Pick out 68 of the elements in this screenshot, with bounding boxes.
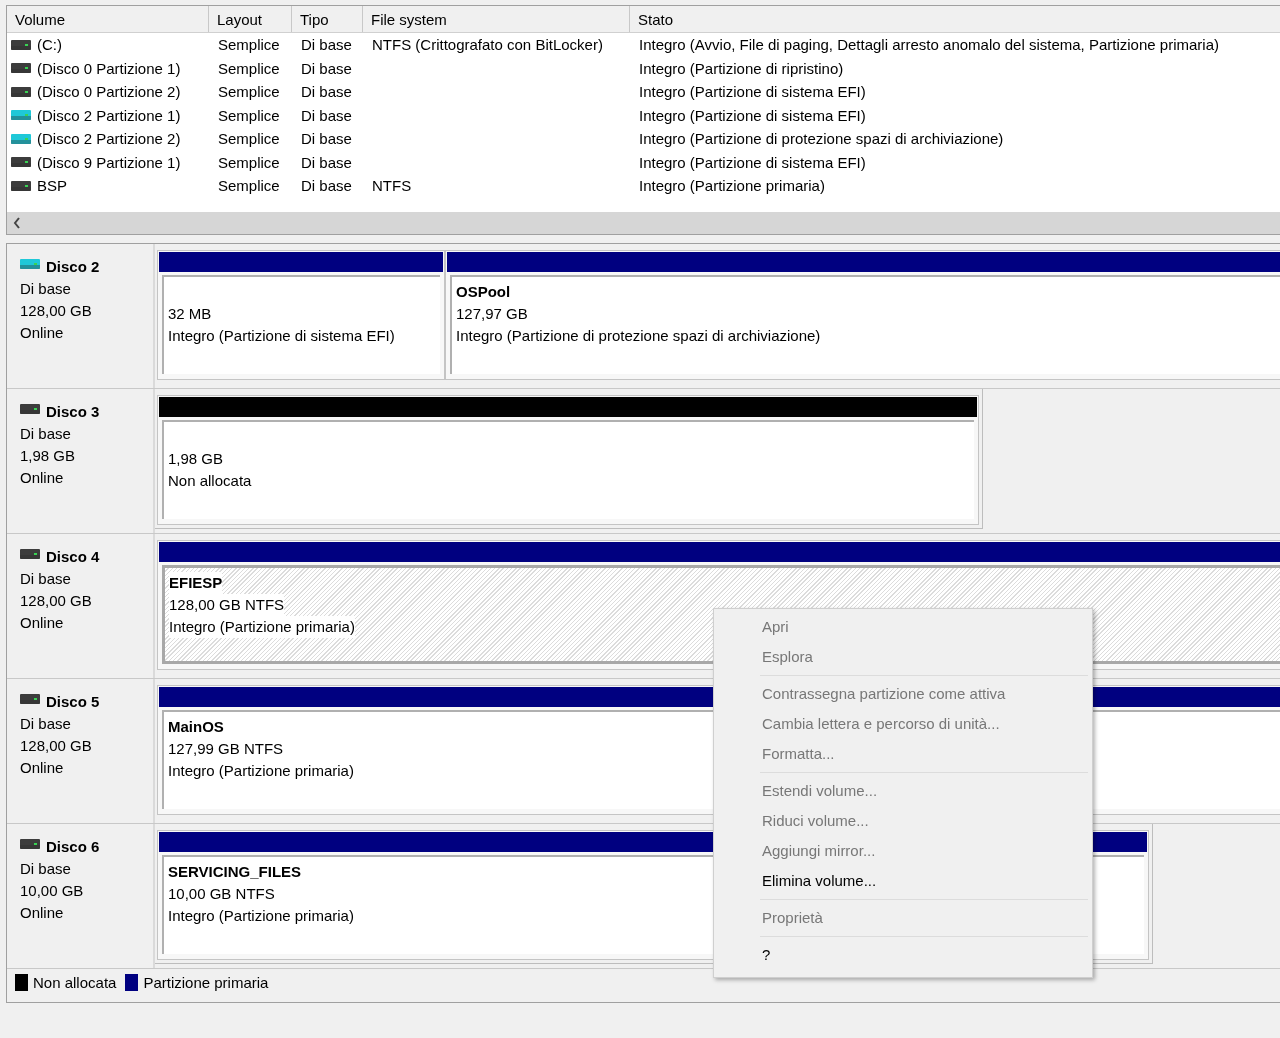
partition-name: SERVICING_FILES — [168, 862, 302, 882]
disk-size: 10,00 GB — [20, 881, 85, 901]
table-cell: Semplice — [218, 36, 280, 54]
partition-size: 32 MB — [168, 304, 212, 324]
table-cell: (Disco 0 Partizione 1) — [37, 59, 181, 77]
partition-status: Integro (Partizione primaria) — [168, 906, 354, 926]
partition-size: 127,97 GB — [456, 304, 528, 324]
disk-size: 1,98 GB — [20, 446, 77, 466]
disk-status: Online — [20, 758, 65, 778]
partition-name: EFIESP — [169, 572, 223, 594]
table-cell: (C:) — [37, 36, 62, 54]
table-cell: Semplice — [218, 153, 280, 171]
table-cell: Di base — [301, 106, 352, 124]
table-cell: (Disco 0 Partizione 2) — [37, 83, 181, 101]
table-cell: Di base — [301, 130, 352, 148]
disk-size: 128,00 GB — [20, 736, 93, 756]
table-cell: Di base — [301, 59, 352, 77]
partition-status: Integro (Partizione primaria) — [168, 761, 354, 781]
legend-label: Non allocata — [33, 974, 117, 991]
partition-name: MainOS — [168, 717, 224, 737]
table-cell: NTFS (Crittografato con BitLocker) — [372, 36, 603, 54]
table-cell: (Disco 9 Partizione 1) — [37, 153, 181, 171]
partition-size: 128,00 GB NTFS — [169, 594, 285, 616]
disk-name: Disco 4 — [46, 547, 100, 567]
partition-status: Non allocata — [168, 471, 252, 491]
disk-name: Disco 3 — [46, 402, 100, 422]
disk-type: Di base — [20, 279, 72, 299]
partition-status: Integro (Partizione primaria) — [169, 616, 355, 638]
table-cell: Integro (Partizione di sistema EFI) — [639, 153, 866, 171]
partition-size: 127,99 GB NTFS — [168, 739, 284, 759]
disk-status: Online — [20, 468, 65, 488]
table-cell: Integro (Partizione di sistema EFI) — [639, 106, 866, 124]
table-cell: Di base — [301, 177, 352, 195]
table-cell: Integro (Partizione di sistema EFI) — [639, 83, 866, 101]
disk-status: Online — [20, 903, 65, 923]
disk-status: Online — [20, 613, 65, 633]
disk-size: 128,00 GB — [20, 301, 93, 321]
table-cell: Di base — [301, 153, 352, 171]
disk-type: Di base — [20, 714, 72, 734]
partition-size: 1,98 GB — [168, 449, 224, 469]
partition-status: Integro (Partizione di protezione spazi di archiviazione) — [456, 326, 821, 346]
disk-type: Di base — [20, 424, 72, 444]
table-cell: Integro (Avvio, File di paging, Dettagli arresto anomalo del sistema, Partizione primaria) — [639, 36, 1219, 54]
disk-status: Online — [20, 323, 65, 343]
disk-name: Disco 6 — [46, 837, 100, 857]
table-cell: Semplice — [218, 177, 280, 195]
disk-name: Disco 2 — [46, 257, 100, 277]
table-cell: NTFS — [372, 177, 412, 195]
table-cell: Integro (Partizione di ripristino) — [639, 59, 844, 77]
disk-type: Di base — [20, 859, 72, 879]
partition-size: 10,00 GB NTFS — [168, 884, 275, 904]
table-cell: Integro (Partizione di protezione spazi di archiviazione) — [639, 130, 1004, 148]
legend-label: Partizione primaria — [143, 974, 269, 991]
table-cell: (Disco 2 Partizione 2) — [37, 130, 181, 148]
disk-type: Di base — [20, 569, 72, 589]
partition-name: OSPool — [456, 282, 511, 302]
table-cell: Di base — [301, 83, 352, 101]
table-cell: Semplice — [218, 106, 280, 124]
table-cell: Integro (Partizione primaria) — [639, 177, 825, 195]
disk-size: 128,00 GB — [20, 591, 93, 611]
table-cell: (Disco 2 Partizione 1) — [37, 106, 181, 124]
table-cell: Semplice — [218, 130, 280, 148]
partition-status: Integro (Partizione di sistema EFI) — [168, 326, 395, 346]
table-cell: Di base — [301, 36, 352, 54]
disk-name: Disco 5 — [46, 692, 100, 712]
table-cell: Semplice — [218, 59, 280, 77]
table-cell: BSP — [37, 177, 67, 195]
table-cell: Semplice — [218, 83, 280, 101]
